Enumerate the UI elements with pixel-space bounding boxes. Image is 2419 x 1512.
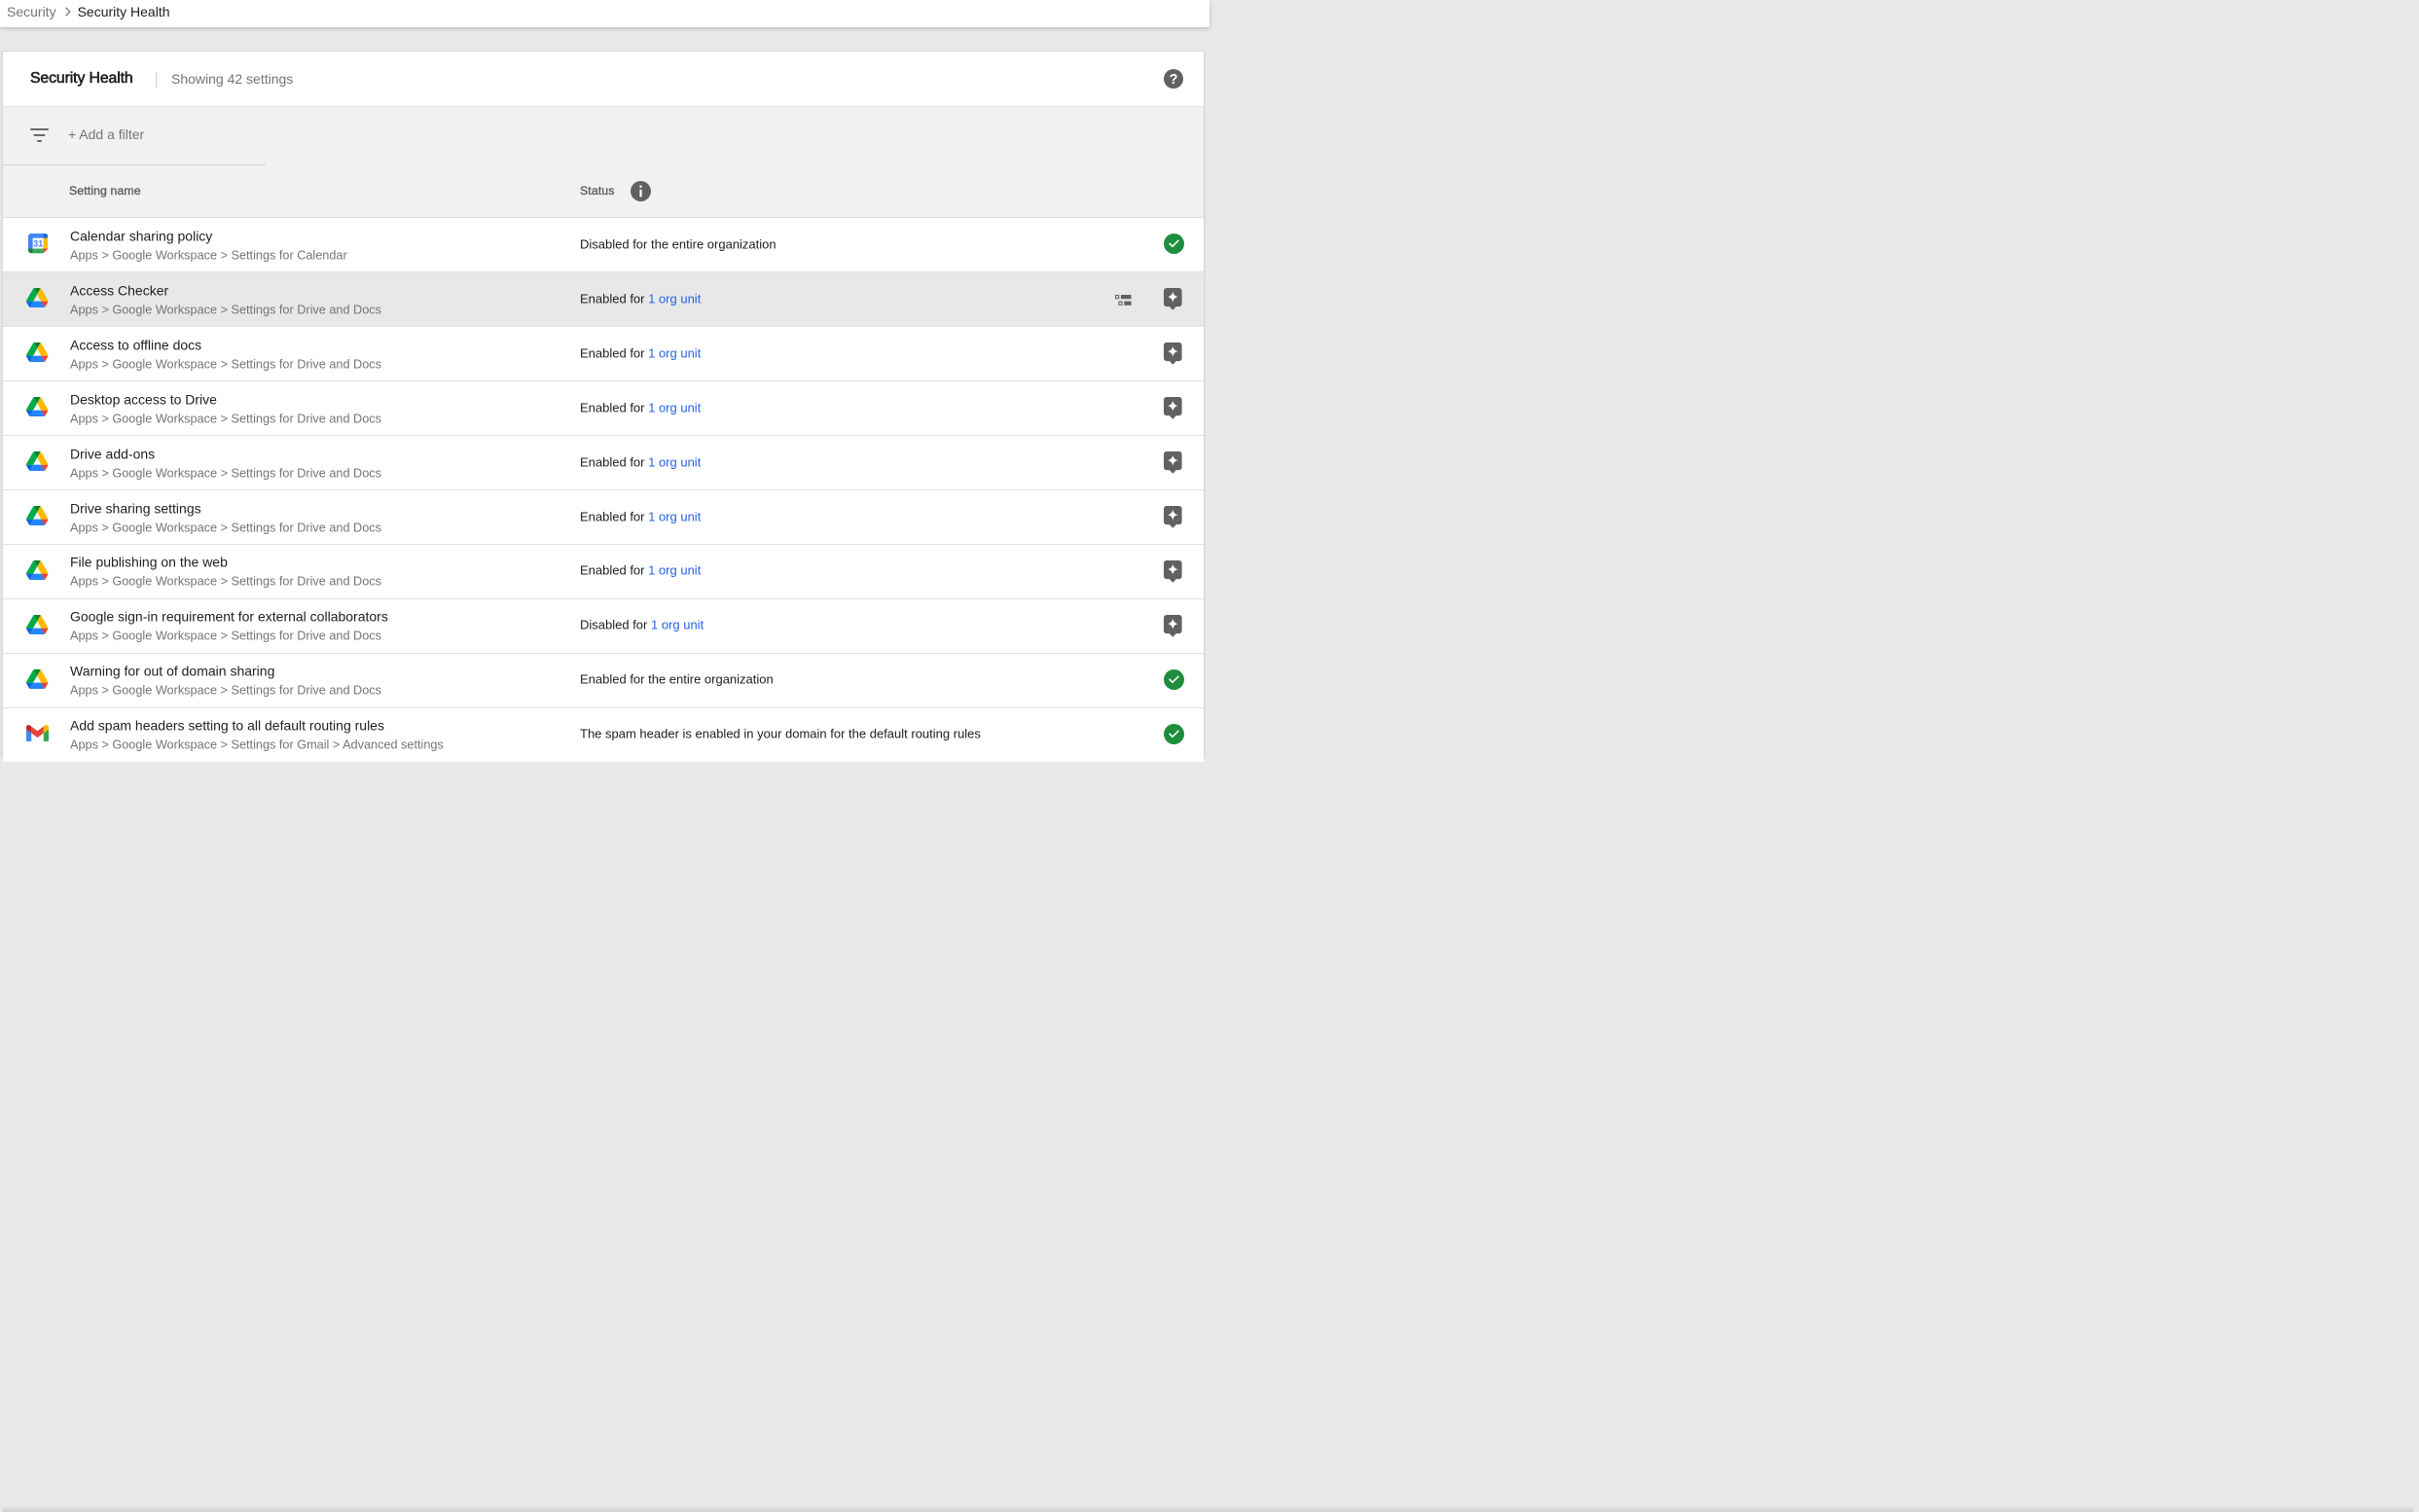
svg-text:31: 31 <box>33 239 43 249</box>
svg-text:?: ? <box>1170 72 1178 88</box>
